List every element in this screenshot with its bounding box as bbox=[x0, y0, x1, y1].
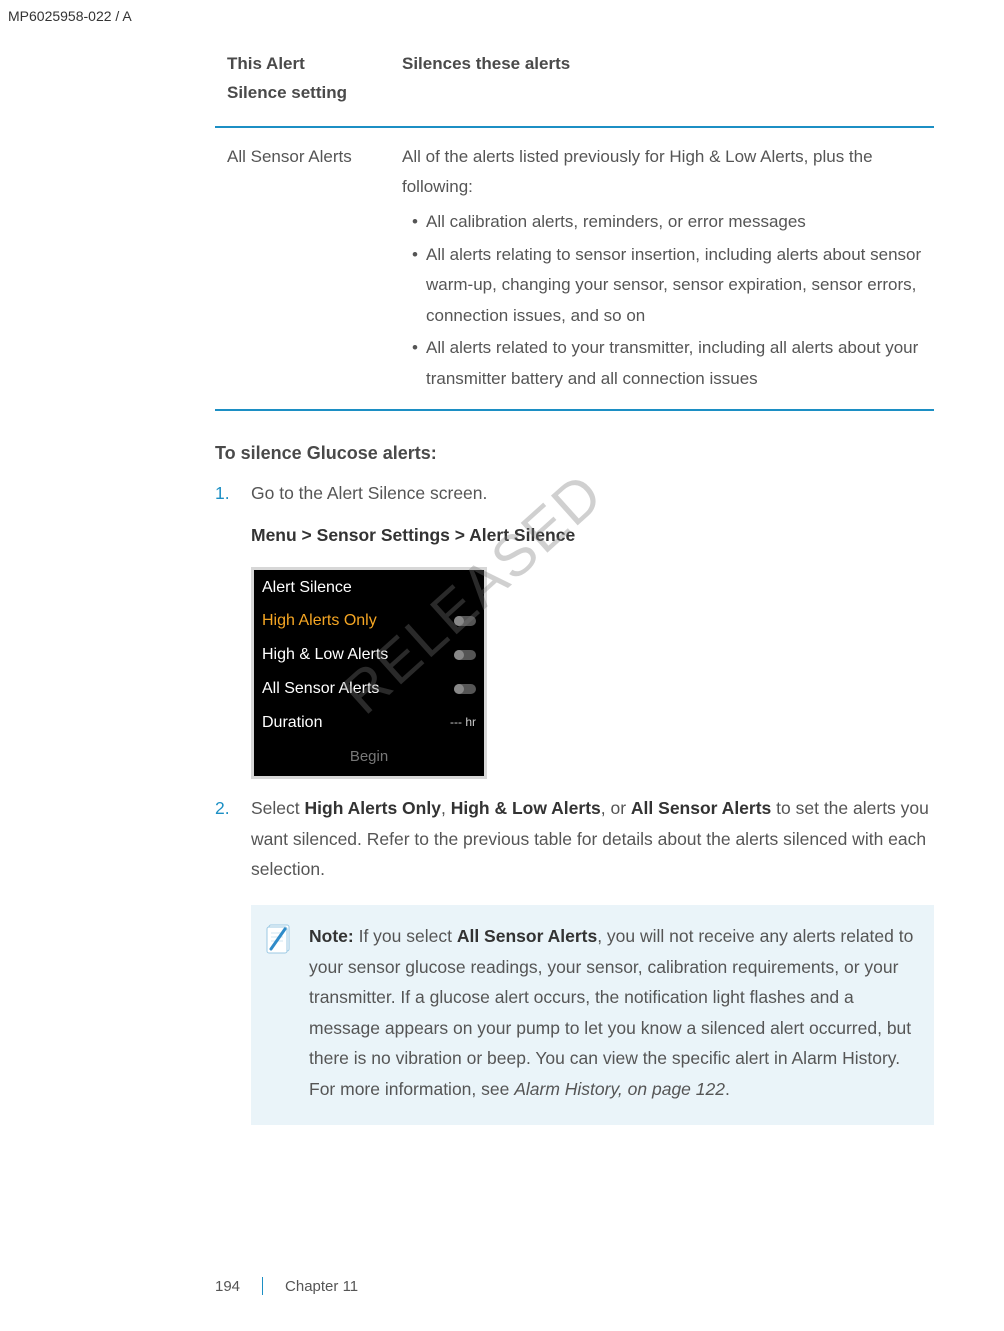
page-content: This Alert Silence setting Silences thes… bbox=[215, 0, 934, 1125]
step1-text: Go to the Alert Silence screen. bbox=[251, 483, 487, 503]
page-footer: 194 Chapter 11 bbox=[215, 1277, 358, 1295]
option-label: High Alerts Only bbox=[262, 607, 377, 635]
note-text: Note: If you select All Sensor Alerts, y… bbox=[309, 921, 914, 1105]
duration-label: Duration bbox=[262, 709, 322, 737]
note-icon bbox=[265, 921, 293, 1105]
cell-alerts: All of the alerts listed previously for … bbox=[390, 127, 934, 410]
table-header-silences: Silences these alerts bbox=[390, 40, 934, 127]
device-screenshot: Alert Silence High Alerts Only High & Lo… bbox=[251, 567, 487, 779]
step-2: Select High Alerts Only, High & Low Aler… bbox=[215, 793, 934, 885]
note-p1: If you select bbox=[359, 926, 457, 946]
s2-prefix: Select bbox=[251, 798, 305, 818]
list-item: All alerts related to your transmitter, … bbox=[412, 333, 922, 394]
device-duration-row: Duration --- hr bbox=[254, 706, 484, 740]
device-option-all-sensor: All Sensor Alerts bbox=[254, 672, 484, 706]
device-option-high-low: High & Low Alerts bbox=[254, 638, 484, 672]
note-italic: Alarm History, on page 122 bbox=[514, 1079, 725, 1099]
note-box: Note: If you select All Sensor Alerts, y… bbox=[251, 905, 934, 1125]
menu-path: Menu > Sensor Settings > Alert Silence bbox=[251, 520, 934, 551]
list-item: All calibration alerts, reminders, or er… bbox=[412, 207, 922, 238]
s2-b3: All Sensor Alerts bbox=[631, 798, 771, 818]
chapter-label: Chapter 11 bbox=[285, 1278, 358, 1295]
note-b1: All Sensor Alerts bbox=[457, 926, 597, 946]
step-1: Go to the Alert Silence screen. Menu > S… bbox=[215, 478, 934, 780]
device-screen-title: Alert Silence bbox=[254, 570, 484, 604]
note-label: Note: bbox=[309, 926, 359, 946]
toggle-icon bbox=[454, 684, 476, 694]
toggle-icon bbox=[454, 616, 476, 626]
alert-silence-table: This Alert Silence setting Silences thes… bbox=[215, 40, 934, 411]
duration-value: --- hr bbox=[450, 712, 476, 733]
steps-list: Go to the Alert Silence screen. Menu > S… bbox=[215, 478, 934, 885]
option-label: All Sensor Alerts bbox=[262, 675, 379, 703]
header-line2: Silence setting bbox=[227, 83, 347, 102]
path-sensor: Sensor Settings > bbox=[317, 525, 470, 545]
list-item: All alerts relating to sensor insertion,… bbox=[412, 240, 922, 332]
header-line1: This Alert bbox=[227, 54, 305, 73]
row-intro: All of the alerts listed previously for … bbox=[402, 147, 873, 197]
option-label: High & Low Alerts bbox=[262, 641, 388, 669]
note-p3: . bbox=[725, 1079, 730, 1099]
toggle-icon bbox=[454, 650, 476, 660]
note-p2: , you will not receive any alerts relate… bbox=[309, 926, 913, 1099]
row-list: All calibration alerts, reminders, or er… bbox=[402, 207, 922, 395]
footer-divider bbox=[262, 1277, 263, 1295]
table-row: All Sensor Alerts All of the alerts list… bbox=[215, 127, 934, 410]
table-header-setting: This Alert Silence setting bbox=[215, 40, 390, 127]
s2-b1: High Alerts Only bbox=[305, 798, 441, 818]
document-id: MP6025958-022 / A bbox=[8, 8, 132, 24]
cell-setting: All Sensor Alerts bbox=[215, 127, 390, 410]
s2-mid2: , or bbox=[601, 798, 631, 818]
device-option-high-only: High Alerts Only bbox=[254, 604, 484, 638]
path-alert: Alert Silence bbox=[469, 525, 575, 545]
device-begin: Begin bbox=[254, 740, 484, 776]
s2-b2: High & Low Alerts bbox=[451, 798, 601, 818]
page-number: 194 bbox=[215, 1278, 240, 1295]
s2-mid1: , bbox=[441, 798, 451, 818]
section-heading: To silence Glucose alerts: bbox=[215, 443, 934, 464]
path-menu: Menu > bbox=[251, 525, 317, 545]
